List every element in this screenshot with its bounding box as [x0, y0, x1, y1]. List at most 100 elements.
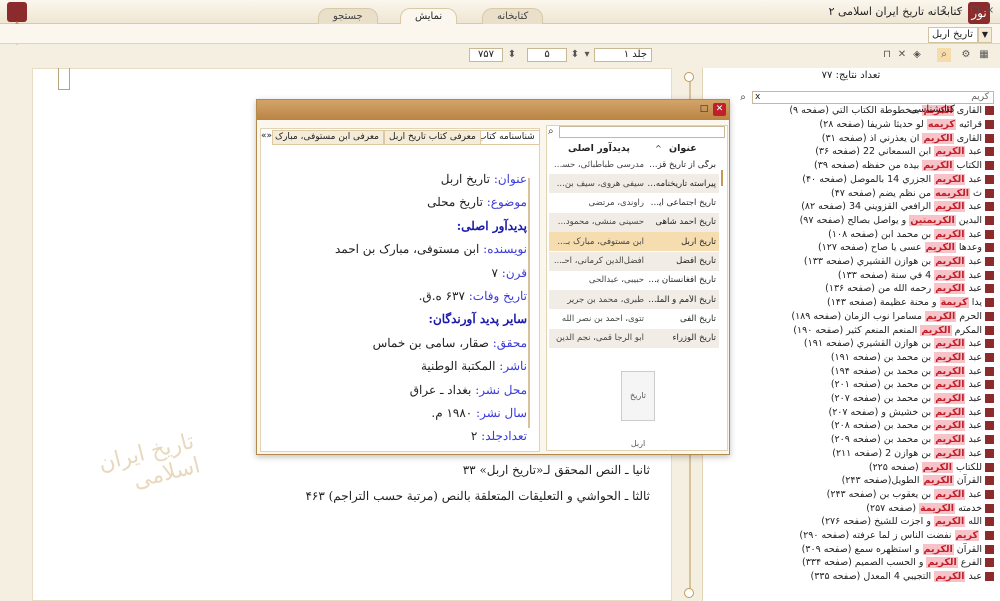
clear-search-button[interactable]: x [755, 92, 760, 102]
search-icon[interactable]: ⌕ [737, 91, 749, 104]
list-row[interactable]: تاریخ اربل ابن مستوفی، مبارک بـ... [549, 232, 719, 252]
splitter-handle-icon[interactable] [684, 588, 694, 598]
result-item[interactable]: قرائيه كريمه لو حديثا شريفا (صفحه ۲۸) [819, 118, 994, 132]
result-keyword: الكريم [934, 283, 966, 295]
result-item[interactable]: البدين الكريمتين و يواصل بصالح (صفحه ۹۷) [800, 214, 994, 228]
step-up-icon[interactable]: ⬍ [505, 48, 519, 62]
result-item[interactable]: عبد الكريم بن محمد بن (صفحه ۱۹۴) [831, 364, 994, 378]
column-author[interactable]: پدیدآور اصلی [568, 143, 630, 154]
search-icon[interactable]: ⌕ [548, 126, 554, 137]
splitter-handle-icon[interactable] [684, 72, 694, 82]
result-context: بن محمد بن (صفحه ۲۰۸) [830, 420, 932, 432]
result-item[interactable]: عبد الكريم بن يعقوب بن (صفحه ۲۴۳) [827, 488, 994, 502]
tab-scroll-icon[interactable]: «» [261, 131, 272, 141]
volume-select[interactable]: جلد ۱ [594, 48, 652, 62]
card-scrollbar[interactable] [528, 178, 530, 428]
result-marker-icon [985, 489, 994, 499]
book-select[interactable]: تاریخ اربل [928, 27, 978, 43]
volume-dropdown-icon[interactable]: ▾ [580, 48, 594, 62]
tab-display[interactable]: نمایش [400, 8, 458, 25]
tab-library[interactable]: کتابخانه [482, 8, 544, 25]
result-item[interactable]: عبد الكريم بن هوازن 2 (صفحه ۲۱۱) [832, 447, 994, 461]
tab-book-id[interactable]: شناسنامه کتاب [473, 130, 540, 145]
result-marker-icon [985, 120, 994, 130]
layers-icon[interactable]: ◈ [910, 48, 924, 62]
list-row[interactable]: پیراسته تاریخنامه هراتسیفی هروی، سیف بن.… [549, 174, 719, 194]
page-bookmark-icon[interactable] [58, 68, 70, 90]
help-button[interactable]: ? [937, 4, 951, 18]
list-row[interactable]: تاریخ الوزراء ابو الرجا قمی، نجم الدین [549, 328, 719, 348]
result-item[interactable]: كريم نفضت الناس ز لما عرفته (صفحه ۲۹۰) [799, 529, 994, 543]
result-item[interactable]: عبد الكريم ابن السمعاني 22 (صفحه ۳۶) [815, 145, 994, 159]
tab-book-intro[interactable]: معرفی کتاب تاریخ اربل [384, 130, 481, 145]
dialog-title: کتابشناسی [909, 104, 955, 115]
result-item[interactable]: خدمته الكريمة (صفحه ۲۵۷) [866, 501, 994, 515]
search-icon[interactable]: ⌕ [937, 48, 951, 62]
sort-icon[interactable]: ^ [655, 144, 662, 153]
gear-icon[interactable]: ⚙ [959, 48, 973, 62]
result-item[interactable]: القرآن الكريم و استظهره سمع (صفحه ۳۰۹) [802, 542, 994, 556]
result-item[interactable]: الله الكريم و اجزت للشيخ (صفحه ۲۷۶) [821, 515, 994, 529]
result-item[interactable]: عبد الكريم بن محمد بن (صفحه ۲۰۷) [831, 392, 994, 406]
dialog-title-bar[interactable] [257, 100, 729, 120]
list-row[interactable]: برگی از تاریخ قزوین مدرسی طباطبائی، حسـ..… [549, 155, 719, 174]
result-item[interactable]: القاری الکریم بمخطوطة الكتاب التي (صفحه ۹) [789, 104, 994, 118]
result-context: 4 في سنة (صفحه ۱۳۳) [837, 269, 932, 281]
result-item[interactable]: عبد الكريم بن محمد بن (صفحه ۱۹۱) [831, 351, 994, 365]
result-item[interactable]: القرآن الكريم الطويل(صفحه ۲۴۳) [842, 474, 994, 488]
restore-button[interactable]: □ [968, 4, 982, 18]
list-row[interactable]: تاریخ أفضل افضل‌الدین کرمانی، احـ... [549, 251, 719, 271]
column-title[interactable]: عنوان [669, 143, 697, 154]
list-search-input[interactable] [559, 126, 725, 138]
result-item[interactable]: عبد الكريم بن خشيش و (صفحه ۲۰۷) [828, 405, 994, 419]
tab-author-intro[interactable]: معرفی ابن مستوفی، مبارک بن [272, 130, 384, 145]
result-item[interactable]: عبد الكريم رحمه الله من (صفحه ۱۳۶) [825, 282, 994, 296]
list-scrollbar[interactable] [721, 170, 723, 186]
result-context: بن محمد بن (صفحه ۲۰۷) [830, 393, 932, 405]
result-item[interactable]: للكتاب الكريم (صفحه ۲۲۵) [869, 460, 994, 474]
result-item[interactable]: القاری الکریم ان يعذرني اذ (صفحه ۳۱) [822, 131, 994, 145]
tab-search[interactable]: جستجو [318, 8, 378, 25]
result-item[interactable]: ث الكريمه من نظم يضم (صفحه ۴۷) [831, 186, 994, 200]
card-field: تاریخ وفات: ۶۳۷ ه.ق. [419, 289, 527, 303]
result-prefix: الفرع [960, 557, 982, 569]
result-item[interactable]: عبد الكريم بن هوازن القشيري (صفحه ۱۳۳) [804, 255, 994, 269]
close-app-button[interactable]: × [983, 4, 997, 18]
result-item[interactable]: الحرم الكريم مسامرا نوب الزمان (صفحه ۱۸۹) [791, 310, 994, 324]
result-item[interactable]: عبد الكريم الرافعي القزويني 34 (صفحه ۸۲) [801, 200, 994, 214]
page-input[interactable]: ۵ [527, 48, 567, 62]
result-item[interactable]: يدا كريمة و محنة عظيمة (صفحه ۱۴۳) [827, 296, 994, 310]
result-item[interactable]: عبد الكريم بن محمد ابن (صفحه ۱۰۸) [828, 227, 994, 241]
result-item[interactable]: المكرم الكريم المنعم المنعم كثير (صفحه ۱۹۰… [793, 323, 994, 337]
result-item[interactable]: الفرع الكريم و الحسب الصميم (صفحه ۳۳۴) [802, 556, 994, 570]
result-item[interactable]: عبد الكريم التجيبي 4 المعدل (صفحه ۳۳۵) [811, 570, 994, 584]
result-marker-icon [985, 339, 994, 349]
result-item[interactable]: الکتاب الکریم بيده من حفظه (صفحه ۳۹) [814, 159, 994, 173]
result-item[interactable]: عبد الكريم بن محمد بن (صفحه ۲۰۱) [831, 378, 994, 392]
fit-icon[interactable]: ✕ [895, 48, 909, 62]
result-item[interactable]: عبد الكريم بن محمد بن (صفحه ۲۰۸) [831, 419, 994, 433]
result-keyword: الكريم [924, 310, 957, 322]
minimize-button[interactable]: – [953, 4, 967, 18]
result-prefix: عبد [968, 434, 982, 446]
bookmark-icon[interactable]: ⊓ [880, 48, 894, 62]
grid-icon[interactable]: ▦ [977, 48, 991, 62]
results-search-input[interactable]: کریم [752, 91, 994, 104]
result-context: عسى يا صاح (صفحه ۱۲۷) [817, 242, 922, 254]
dialog-close-button[interactable]: ✕ [713, 103, 726, 116]
list-row[interactable]: تاریخ احمد شاهی حسینی منشی، محمود... [549, 212, 719, 232]
list-row[interactable]: تاریخ الأمم و الملوک طبری، محمد بن جریر [549, 290, 719, 310]
list-row[interactable]: تاریخ الفی تتوی، احمد بن نصر الله [549, 309, 719, 328]
dialog-maximize-button[interactable]: □ [698, 103, 710, 115]
list-row[interactable]: تاریخ افغانستان بعد از...حبیبی، عبدالحی [549, 271, 719, 290]
result-item[interactable]: عبد الكريم بن هوازن القشيري (صفحه ۱۹۱) [804, 337, 994, 351]
card-heading: پدیدآور اصلی: [456, 218, 527, 233]
card-label: نویسنده: [479, 242, 527, 257]
result-keyword: الكريم [934, 351, 966, 363]
chevron-down-icon[interactable]: ▼ [978, 27, 992, 43]
result-item[interactable]: وعدها الكريم عسى يا صاح (صفحه ۱۲۷) [818, 241, 994, 255]
result-item[interactable]: عبد الكريم بن محمد بن (صفحه ۲۰۹) [831, 433, 994, 447]
result-item[interactable]: عبد الكريم الجزري 14 بالموصل (صفحه ۴۰) [802, 173, 994, 187]
result-item[interactable]: عبد الكريم 4 في سنة (صفحه ۱۳۳) [838, 268, 994, 282]
list-row[interactable]: تاریخ اجتماعی ایران راوندی، مرتضی [549, 194, 719, 213]
